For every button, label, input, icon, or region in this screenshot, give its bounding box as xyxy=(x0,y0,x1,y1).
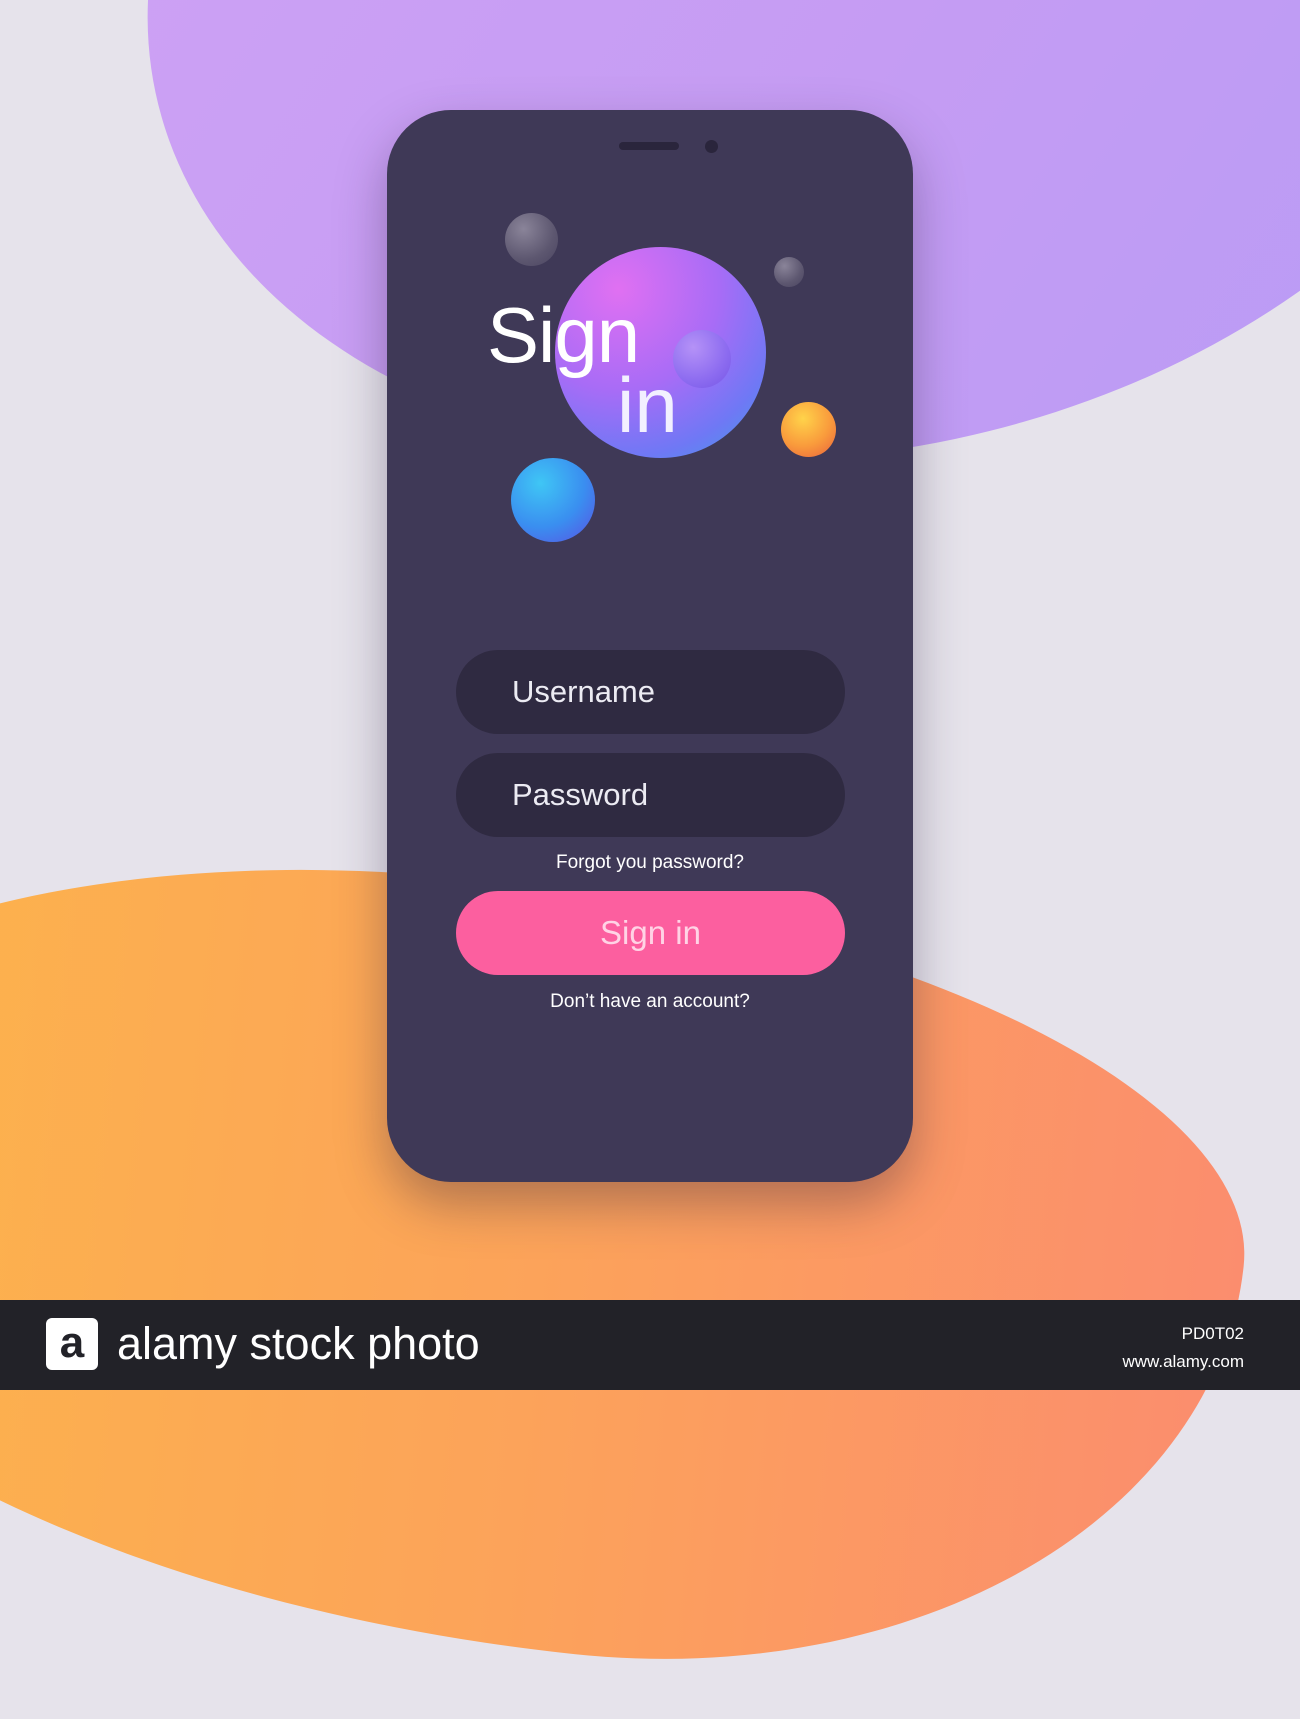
alamy-logo-icon: a xyxy=(46,1318,98,1370)
footer-url: www.alamy.com xyxy=(1122,1352,1244,1371)
phone-speaker xyxy=(619,142,679,150)
forgot-password-link[interactable]: Forgot you password? xyxy=(387,852,913,874)
watermark-footer: a alamy stock photo PD0T02 www.alamy.com xyxy=(0,1300,1300,1390)
decorative-sphere-grey-small xyxy=(774,257,804,287)
decorative-sphere-grey-large xyxy=(505,213,558,266)
username-input[interactable] xyxy=(510,673,814,711)
footer-brand-text: alamy stock photo xyxy=(117,1318,480,1369)
decorative-sphere-orange xyxy=(781,402,836,457)
decorative-sphere-purple-inner xyxy=(673,330,731,388)
page-title-in: in xyxy=(617,361,678,449)
phone-camera xyxy=(705,140,718,153)
password-field[interactable] xyxy=(456,753,845,837)
decorative-sphere-blue xyxy=(511,458,595,542)
username-field[interactable] xyxy=(456,650,845,734)
footer-image-code: PD0T02 xyxy=(1181,1324,1244,1343)
sign-in-button[interactable]: Sign in xyxy=(456,891,845,975)
sign-up-link[interactable]: Don’t have an account? xyxy=(387,991,913,1013)
phone-frame: Sign in Forgot you password? Sign in Don… xyxy=(387,110,913,1182)
password-input[interactable] xyxy=(510,776,814,814)
